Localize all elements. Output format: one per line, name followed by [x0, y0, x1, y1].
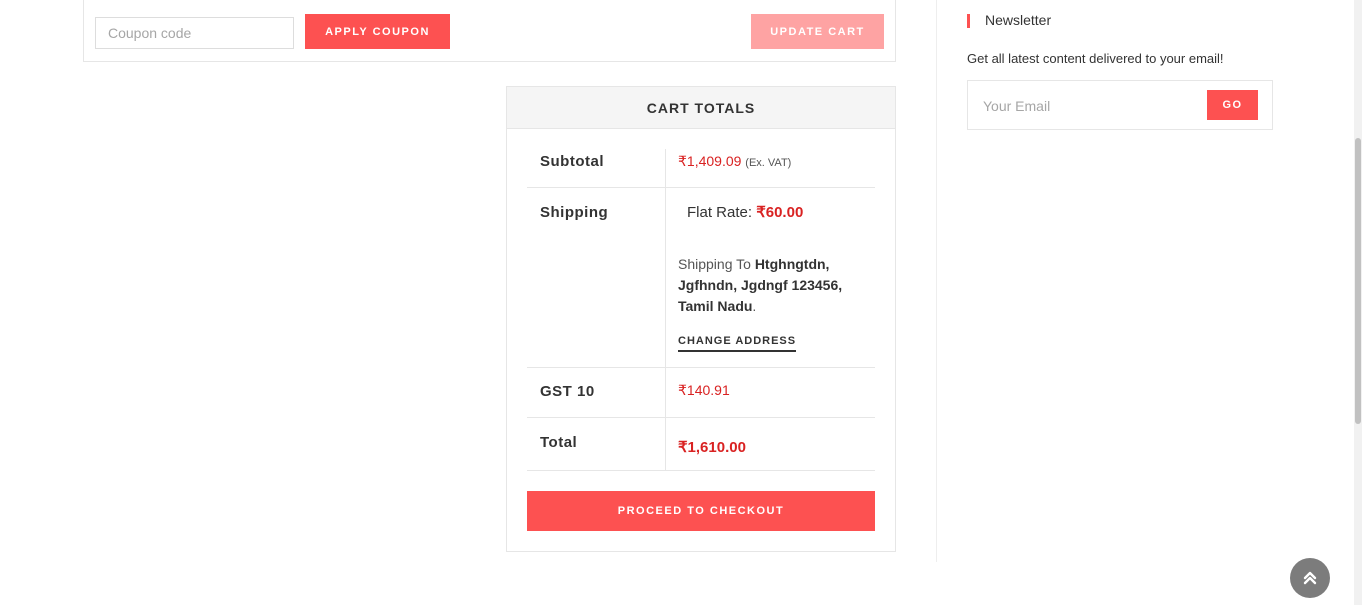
shipping-method-label: Flat Rate: — [687, 204, 753, 221]
proceed-to-checkout-button[interactable]: PROCEED TO CHECKOUT — [527, 491, 875, 531]
gst-label: GST 10 — [540, 383, 595, 400]
row-divider — [527, 187, 875, 188]
row-divider — [527, 417, 875, 418]
row-divider — [527, 367, 875, 368]
subtotal-value: ₹1,409.09 — [678, 153, 742, 169]
total-label: Total — [540, 434, 578, 451]
shipping-to-prefix: Shipping To — [678, 256, 751, 272]
cart-totals-title: CART TOTALS — [507, 87, 895, 129]
subtotal-value-group: ₹1,409.09 (Ex. VAT) — [678, 153, 791, 170]
update-cart-button[interactable]: UPDATE CART — [751, 14, 884, 49]
chevrons-up-icon — [1303, 571, 1317, 585]
shipping-method-value: ₹60.00 — [756, 204, 804, 221]
gst-value: ₹140.91 — [678, 382, 730, 398]
shipping-destination: Shipping To Htghngtdn, Jgfhndn, Jgdngf 1… — [678, 254, 868, 317]
shipping-label: Shipping — [540, 204, 609, 221]
row-divider — [527, 470, 875, 471]
newsletter-email-input[interactable] — [983, 96, 1183, 116]
shipping-address-suffix: . — [752, 298, 757, 314]
sidebar-divider — [936, 0, 937, 562]
subtotal-label: Subtotal — [540, 153, 604, 170]
table-column-divider — [665, 149, 666, 471]
change-address-link[interactable]: CHANGE ADDRESS — [678, 335, 797, 352]
apply-coupon-button[interactable]: APPLY COUPON — [305, 14, 450, 49]
subtotal-tax-note: (Ex. VAT) — [745, 157, 792, 169]
scrollbar-thumb[interactable] — [1355, 138, 1361, 424]
coupon-code-input[interactable] — [95, 17, 294, 49]
back-to-top-button[interactable] — [1290, 558, 1330, 598]
newsletter-go-button[interactable]: GO — [1207, 90, 1258, 120]
newsletter-description: Get all latest content delivered to your… — [967, 51, 1224, 66]
shipping-method: Flat Rate: ₹60.00 — [687, 203, 803, 221]
total-value: ₹1,610.00 — [678, 439, 746, 456]
newsletter-title: Newsletter — [985, 12, 1052, 28]
newsletter-accent-bar — [967, 14, 970, 28]
